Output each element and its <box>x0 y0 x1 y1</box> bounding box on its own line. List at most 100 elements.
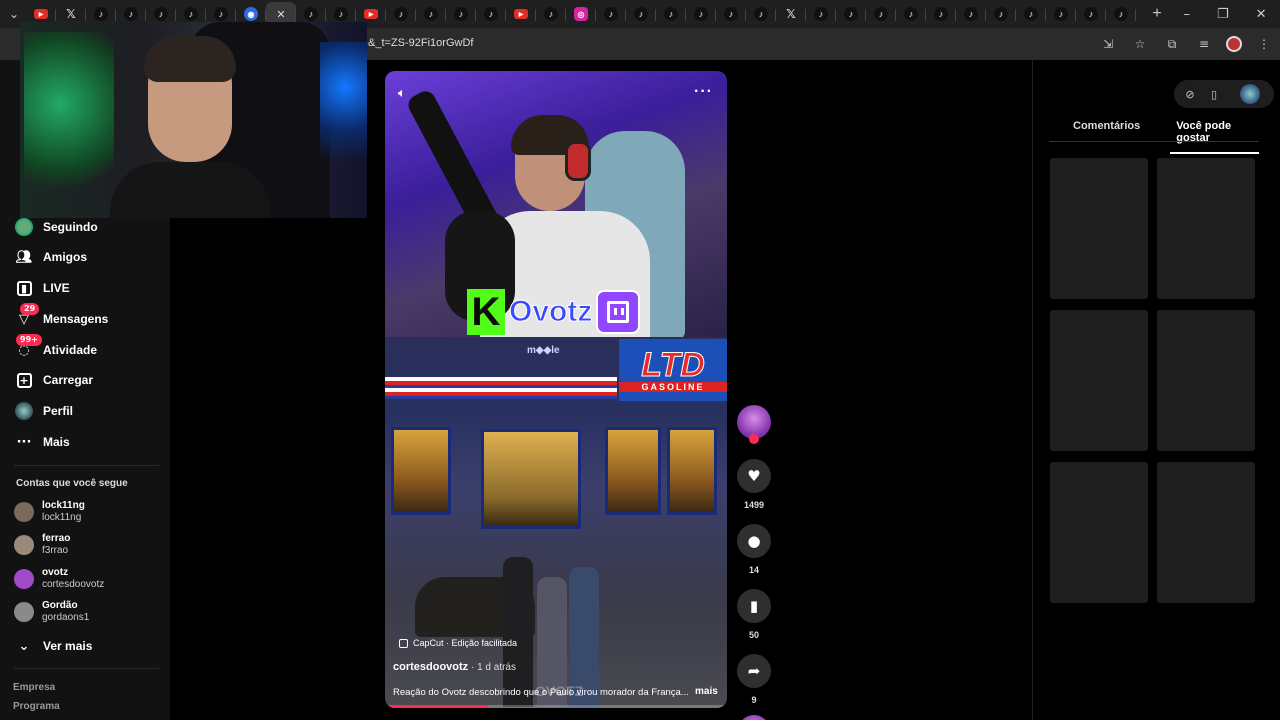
live-icon: ▮ <box>14 278 34 298</box>
phone-icon[interactable]: ▯ <box>1206 86 1222 102</box>
volume-icon[interactable]: 🔈︎ <box>398 86 416 104</box>
suggested-video-placeholder[interactable] <box>1157 158 1255 299</box>
account-name: ovotz <box>42 567 69 578</box>
browser-tab[interactable]: ♪ <box>836 2 866 26</box>
browser-menu-icon[interactable]: ⋮ <box>1254 34 1274 54</box>
suggested-video-placeholder[interactable] <box>1050 310 1148 451</box>
account-item[interactable]: lock11ng lock11ng <box>14 500 85 524</box>
browser-tab[interactable]: ♪ <box>476 2 506 26</box>
browser-tab[interactable]: ♪ <box>926 2 956 26</box>
sidebar-item-messages[interactable]: ▽ 29 Mensagens <box>14 303 109 329</box>
profile-avatar[interactable] <box>1226 36 1242 52</box>
tab-comments[interactable]: Comentários <box>1049 120 1140 154</box>
video-author[interactable]: cortesdoovotz · 1 d atrás <box>393 661 516 673</box>
tab-you-may-like[interactable]: Você pode gostar <box>1170 120 1259 154</box>
user-avatar[interactable] <box>1240 84 1260 104</box>
tiktok-icon: ♪ <box>124 7 138 21</box>
browser-tab[interactable]: ♪ <box>386 2 416 26</box>
install-app-icon[interactable]: ⇲ <box>1098 34 1118 54</box>
sidebar-item-more[interactable]: ··· Mais <box>14 432 70 452</box>
x-icon: 𝕏 <box>66 7 76 21</box>
browser-tab[interactable]: ♪ <box>416 2 446 26</box>
sidebar-item-activity[interactable]: ◌ 99+ Atividade <box>14 334 97 360</box>
creator-avatar[interactable] <box>737 405 771 444</box>
account-username: lock11ng <box>42 512 82 523</box>
messages-icon: ▽ 29 <box>14 303 40 329</box>
minimize-icon[interactable]: – <box>1183 7 1190 22</box>
browser-tab[interactable]: 𝕏 <box>776 2 806 26</box>
tiktok-icon: ♪ <box>1114 7 1128 21</box>
sidebar-item-friends[interactable]: 👥︎ Amigos <box>14 247 87 267</box>
tiktok-icon: ♪ <box>394 7 408 21</box>
store-sign-text: LTD <box>641 346 706 384</box>
bookmark-icon[interactable]: ▮ <box>737 589 771 623</box>
browser-tab[interactable]: ♪ <box>446 2 476 26</box>
browser-tab[interactable]: ♪ <box>986 2 1016 26</box>
like-count: 1499 <box>743 500 765 510</box>
browser-tab[interactable]: ♪ <box>806 2 836 26</box>
browser-tab[interactable]: ♪ <box>1106 2 1136 26</box>
browser-tab[interactable]: ♪ <box>686 2 716 26</box>
overlay-brand-text: Ovotz <box>508 295 593 329</box>
suggested-video-placeholder[interactable] <box>1157 310 1255 451</box>
bookmark-star-icon[interactable]: ☆ <box>1130 34 1150 54</box>
account-item[interactable]: ovotz cortesdoovotz <box>14 567 104 591</box>
extensions-icon[interactable]: ⧉ <box>1162 34 1182 54</box>
compass-icon[interactable]: ⊘ <box>1182 86 1198 102</box>
browser-tab[interactable]: ◎ <box>566 2 596 26</box>
following-accounts-title: Contas que você segue <box>16 478 128 489</box>
share-icon[interactable]: ➦ <box>737 654 771 688</box>
media-controls-icon[interactable]: ≡ <box>1194 34 1214 54</box>
browser-tab[interactable]: ♪ <box>746 2 776 26</box>
account-avatar <box>14 602 34 622</box>
chevron-down-icon: ⌄ <box>18 638 30 654</box>
browser-tab[interactable]: ♪ <box>1016 2 1046 26</box>
comment-icon[interactable]: ● <box>737 524 771 558</box>
maximize-icon[interactable]: ❐ <box>1217 7 1229 22</box>
tiktok-icon: ♪ <box>184 7 198 21</box>
suggested-video-placeholder[interactable] <box>1050 462 1148 603</box>
browser-tab[interactable]: ♪ <box>1076 2 1106 26</box>
author-name[interactable]: cortesdoovotz <box>393 661 468 673</box>
see-more-button[interactable]: ⌄ Ver mais <box>14 636 93 656</box>
close-icon[interactable]: ✕ <box>274 7 288 21</box>
footer-link-company[interactable]: Empresa <box>13 682 55 693</box>
capcut-tag[interactable]: CapCut · Edição facilitada <box>399 638 517 648</box>
sidebar-item-label: Mensagens <box>43 312 109 326</box>
tiktok-icon: ♪ <box>934 7 948 21</box>
follow-plus-icon[interactable] <box>749 434 759 444</box>
browser-tab[interactable]: ♪ <box>656 2 686 26</box>
address-bar[interactable]: &_t=ZS-92Fi1orGwDf <box>368 37 473 49</box>
browser-tab[interactable]: ♪ <box>1046 2 1076 26</box>
more-description-button[interactable]: mais <box>695 686 718 697</box>
browser-tab[interactable]: ▶ <box>506 2 536 26</box>
sound-disc-avatar[interactable] <box>738 715 770 720</box>
account-item[interactable]: ferrao f3rrao <box>14 533 70 557</box>
like-heart-icon[interactable]: ♥ <box>737 459 771 493</box>
blue-icon: ◉ <box>244 7 258 21</box>
account-name: ferrao <box>42 533 71 544</box>
sidebar-item-upload[interactable]: + Carregar <box>14 370 93 390</box>
sidebar-item-profile[interactable]: Perfil <box>14 401 73 421</box>
video-progress-bar[interactable] <box>385 705 727 708</box>
browser-tab[interactable]: ♪ <box>536 2 566 26</box>
browser-tab[interactable]: ♪ <box>866 2 896 26</box>
footer-link-program[interactable]: Programa <box>13 701 60 712</box>
new-tab-button[interactable]: + <box>1144 5 1170 23</box>
browser-tab[interactable]: ♪ <box>626 2 656 26</box>
account-item[interactable]: Gordão gordaons1 <box>14 600 89 624</box>
browser-tab[interactable]: ♪ <box>956 2 986 26</box>
tiktok-icon: ♪ <box>94 7 108 21</box>
browser-tab[interactable]: ♪ <box>596 2 626 26</box>
browser-tab[interactable]: ♪ <box>896 2 926 26</box>
tiktok-icon: ♪ <box>814 7 828 21</box>
tiktok-icon: ♪ <box>1054 7 1068 21</box>
sidebar-item-live[interactable]: ▮ LIVE <box>14 278 70 298</box>
video-more-icon[interactable]: ··· <box>694 83 713 101</box>
sidebar-item-following[interactable]: Seguindo <box>14 217 98 237</box>
suggested-video-placeholder[interactable] <box>1050 158 1148 299</box>
browser-tab[interactable]: ♪ <box>716 2 746 26</box>
video-player[interactable]: K Ovotz m◆◆le LTD GASOLINE 🔈︎ ··· CapCut… <box>385 71 727 708</box>
suggested-video-placeholder[interactable] <box>1157 462 1255 603</box>
close-window-icon[interactable]: ✕ <box>1256 7 1267 22</box>
